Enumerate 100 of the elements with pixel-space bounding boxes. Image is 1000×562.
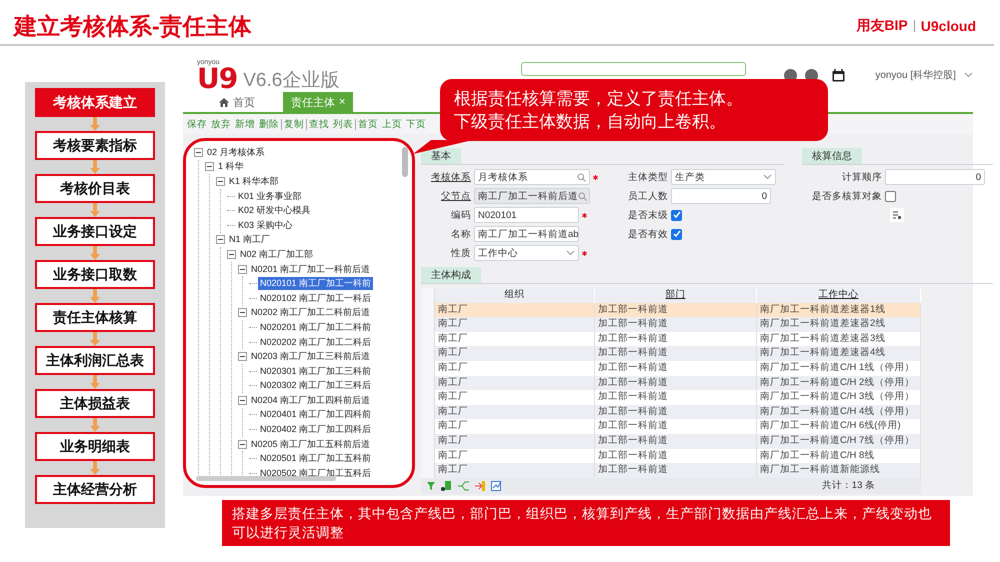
list-settings-icon[interactable] bbox=[890, 208, 904, 222]
step-button[interactable]: 考核要素指标 bbox=[35, 131, 155, 160]
section-tab[interactable]: 核算信息 bbox=[802, 148, 862, 164]
collapse-icon[interactable] bbox=[238, 308, 247, 318]
step-button[interactable]: 考核体系建立 bbox=[35, 88, 155, 117]
toolbar-button[interactable]: 复制 bbox=[282, 118, 306, 130]
column-header[interactable]: 组织 bbox=[435, 288, 595, 303]
table-row[interactable]: 南工厂 加工部一科前道 南厂加工一科前道差速器2线 bbox=[421, 317, 921, 332]
down-arrow-icon bbox=[90, 332, 100, 346]
column-header[interactable]: 工作中心 bbox=[757, 288, 921, 303]
step-button[interactable]: 主体经营分析 bbox=[35, 475, 155, 504]
search-field[interactable] bbox=[521, 62, 746, 76]
search-icon bbox=[578, 192, 587, 200]
table-row[interactable]: 南工厂 加工部一科前道 南厂加工一科前道C/H 6线(停用) bbox=[421, 419, 921, 434]
tree-item[interactable]: N020201 南工厂加工二科前 bbox=[258, 320, 374, 334]
tree-item[interactable]: N020101 南工厂加工一科前 bbox=[258, 277, 374, 290]
table-row[interactable]: 南工厂 加工部一科前道 南厂加工一科前道差速器1线 bbox=[421, 302, 921, 318]
tree-item[interactable]: N020102 南工厂加工一科后 bbox=[258, 292, 374, 305]
toolbar-button[interactable]: 下页 bbox=[404, 118, 428, 130]
collapse-icon[interactable] bbox=[238, 396, 247, 405]
step-button[interactable]: 主体损益表 bbox=[35, 389, 155, 418]
table-row[interactable]: 南工厂 加工部一科前道 南厂加工一科前道C/H 7线（停用） bbox=[421, 434, 921, 449]
tree-item[interactable]: K1 科华本部 bbox=[227, 174, 281, 188]
collapse-icon[interactable] bbox=[227, 250, 236, 259]
collapse-icon[interactable] bbox=[216, 176, 225, 186]
table-row[interactable]: 南工厂 加工部一科前道 南厂加工一科前道C/H 2线（停用） bbox=[421, 376, 921, 390]
down-arrow-icon bbox=[90, 203, 100, 217]
step-button[interactable]: 业务接口设定 bbox=[35, 217, 155, 246]
scrollbar[interactable] bbox=[196, 476, 336, 481]
section-tab[interactable]: 基本 bbox=[421, 148, 461, 164]
checkbox[interactable] bbox=[671, 228, 682, 240]
input-field[interactable]: N020101 bbox=[474, 207, 579, 223]
tree-item[interactable]: N020302 南工厂加工三科后 bbox=[258, 379, 374, 392]
collapse-icon[interactable] bbox=[238, 440, 247, 449]
toolbar-button[interactable]: 列表 bbox=[331, 118, 355, 130]
dropdown-field[interactable]: 生产类 bbox=[671, 169, 776, 185]
table-row[interactable]: 南工厂 加工部一科前道 南厂加工一科前道差速器4线 bbox=[421, 346, 921, 361]
input-field[interactable]: 南工厂加工一科前道ab bbox=[474, 226, 579, 242]
section-tab[interactable]: 主体构成 bbox=[421, 267, 481, 283]
edition-label: V6.6企业版 bbox=[243, 70, 340, 92]
table-row[interactable]: 南工厂 加工部一科前道 南厂加工一科前道C/H 4线（停用） bbox=[421, 404, 921, 420]
tree-item[interactable]: K02 研发中心模具 bbox=[236, 204, 313, 218]
tree-item[interactable]: N0204 南工厂加工四科前后道 bbox=[249, 394, 372, 407]
table-row[interactable]: 南工厂 加工部一科前道 南厂加工一科前道差速器3线 bbox=[421, 332, 921, 346]
collapse-icon[interactable] bbox=[216, 235, 225, 244]
step-button[interactable]: 主体利润汇总表 bbox=[35, 346, 155, 375]
toolbar-button[interactable]: 上页 bbox=[380, 118, 404, 130]
down-arrow-icon bbox=[90, 289, 100, 303]
step-button[interactable]: 业务接口取数 bbox=[35, 260, 155, 289]
tab[interactable]: 首页 bbox=[211, 92, 263, 112]
tree-item[interactable]: K03 采购中心 bbox=[236, 218, 295, 232]
tree-item[interactable]: N020501 南工厂加工五科前 bbox=[258, 452, 374, 466]
input-field[interactable]: 0 bbox=[885, 169, 985, 185]
field-link[interactable]: 考核体系 bbox=[421, 170, 471, 184]
table-row[interactable]: 南工厂 加工部一科前道 南厂加工一科前道C/H 8线 bbox=[421, 448, 921, 464]
toolbar-button[interactable]: 保存 bbox=[185, 118, 209, 130]
toolbar-button[interactable]: 新增 bbox=[233, 118, 257, 130]
product-logo: U9cloud bbox=[920, 18, 976, 34]
collapse-icon[interactable] bbox=[238, 264, 247, 274]
column-header[interactable]: 部门 bbox=[595, 288, 757, 303]
dropdown-field[interactable]: 工作中心 bbox=[474, 245, 579, 261]
table-row[interactable]: 南工厂 加工部一科前道 南厂加工一科前道C/H 3线（停用） bbox=[421, 390, 921, 405]
toolbar-button[interactable]: 查找 bbox=[307, 118, 331, 130]
step-button[interactable]: 责任主体核算 bbox=[35, 303, 155, 332]
toolbar-button[interactable]: 放弃 bbox=[209, 118, 233, 130]
tree-item[interactable]: N020402 南工厂加工四科后 bbox=[258, 423, 374, 436]
user-menu[interactable]: yonyou [科华控股] bbox=[875, 68, 956, 82]
toolbar-button[interactable]: 首页 bbox=[356, 118, 380, 130]
tree-item[interactable]: N020301 南工厂加工三科前 bbox=[258, 364, 374, 378]
tree-item[interactable]: N02 南工厂加工部 bbox=[238, 248, 316, 261]
tree-item[interactable]: N020202 南工厂加工二科后 bbox=[258, 336, 374, 349]
scrollbar[interactable] bbox=[402, 147, 408, 177]
tree-item[interactable]: N0205 南工厂加工五科前后道 bbox=[249, 438, 372, 451]
table-row[interactable]: 南工厂 加工部一科前道 南厂加工一科前道C/H 1线（停用） bbox=[421, 360, 921, 376]
step-button[interactable]: 考核价目表 bbox=[35, 174, 155, 203]
step-button[interactable]: 业务明细表 bbox=[35, 432, 155, 461]
tree-item[interactable]: 1 科华 bbox=[216, 160, 246, 174]
tree-item[interactable]: N0202 南工厂加工二科前后道 bbox=[249, 306, 372, 320]
collapse-icon[interactable] bbox=[238, 352, 247, 362]
table-row[interactable]: 南工厂 加工部一科前道 南厂加工一科前道新能源线 bbox=[421, 463, 921, 478]
tree-item[interactable]: K01 业务事业部 bbox=[236, 190, 304, 203]
collapse-icon[interactable] bbox=[205, 162, 214, 172]
export-icon[interactable] bbox=[475, 480, 485, 491]
tree-item[interactable]: N020401 南工厂加工四科前 bbox=[258, 408, 374, 422]
filter-icon[interactable] bbox=[427, 482, 435, 490]
chevron-down-icon bbox=[763, 174, 772, 180]
tree-item[interactable]: N0203 南工厂加工三科前后道 bbox=[249, 350, 372, 364]
tree-item[interactable]: N1 南工厂 bbox=[227, 233, 272, 246]
tree-item[interactable]: N0201 南工厂加工一科前后道 bbox=[249, 262, 372, 276]
checkbox[interactable] bbox=[885, 190, 896, 202]
input-field[interactable]: 月考核体系 bbox=[474, 169, 590, 185]
add-row-icon[interactable] bbox=[441, 480, 452, 491]
toolbar-button[interactable]: 删除 bbox=[257, 118, 281, 130]
tree-item[interactable]: 02 月考核体系 bbox=[205, 146, 267, 159]
calendar-icon[interactable] bbox=[832, 68, 846, 82]
chart-icon[interactable] bbox=[491, 480, 502, 492]
input-field[interactable]: 0 bbox=[671, 188, 771, 204]
branch-icon[interactable] bbox=[458, 480, 469, 491]
checkbox[interactable] bbox=[671, 210, 682, 220]
collapse-icon[interactable] bbox=[194, 148, 203, 157]
